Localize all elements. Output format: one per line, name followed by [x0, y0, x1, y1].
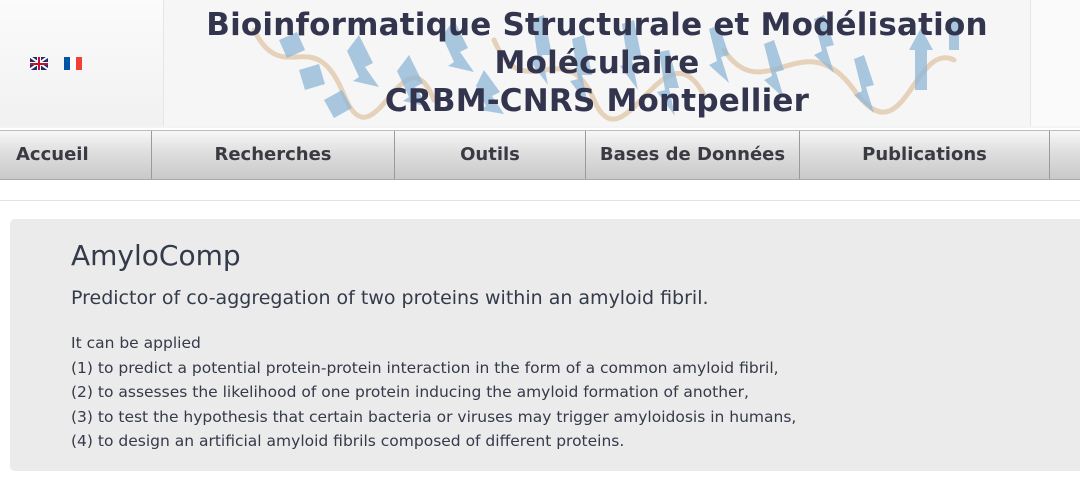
divider — [0, 200, 1080, 201]
site-title-line-3: CRBM-CNRS Montpellier — [384, 83, 810, 119]
nav-item-outils[interactable]: Outils — [395, 131, 586, 179]
site-header: Bioinformatique Structurale et Modélisat… — [0, 0, 1080, 128]
page-title: AmyloComp — [71, 239, 241, 272]
nav-item-bases-de-donnees[interactable]: Bases de Données — [586, 131, 800, 179]
english-flag-icon[interactable] — [30, 57, 48, 70]
site-title-line-1: Bioinformatique Structurale et Modélisat… — [206, 7, 988, 43]
french-flag-icon[interactable] — [64, 57, 82, 70]
tool-description-panel: AmyloComp Predictor of co-aggregation of… — [10, 219, 1080, 471]
site-title-line-2: Moléculaire — [494, 45, 700, 81]
tool-description: It can be applied (1) to predict a poten… — [71, 331, 796, 454]
nav-item-publications[interactable]: Publications — [800, 131, 1050, 179]
header-right-panel — [1030, 0, 1080, 126]
page-subtitle: Predictor of co-aggregation of two prote… — [71, 287, 709, 309]
main-navigation: Accueil Recherches Outils Bases de Donné… — [0, 130, 1080, 180]
description-line: (1) to predict a potential protein-prote… — [71, 358, 779, 377]
nav-item-recherches[interactable]: Recherches — [152, 131, 395, 179]
site-title: Bioinformatique Structurale et Modélisat… — [164, 6, 1030, 120]
description-line: (4) to design an artificial amyloid fibr… — [71, 432, 625, 450]
header-banner: Bioinformatique Structurale et Modélisat… — [164, 0, 1030, 126]
language-selector — [0, 0, 164, 126]
description-line: (2) to assesses the likelihood of one pr… — [71, 383, 749, 401]
description-line: (3) to test the hypothesis that certain … — [71, 407, 797, 426]
description-line: It can be applied — [71, 334, 201, 352]
nav-item-accueil[interactable]: Accueil — [0, 131, 152, 179]
